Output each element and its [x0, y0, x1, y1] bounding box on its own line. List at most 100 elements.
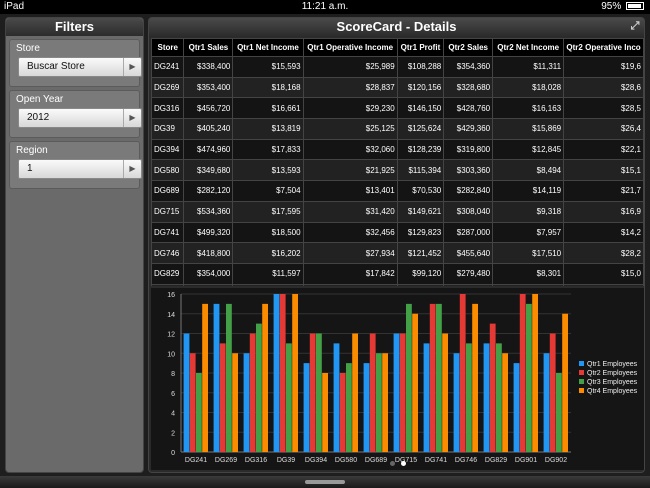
table-row[interactable]: DG715 $534,360 $17,595 $31,420 $149,621 $308,…: [151, 200, 644, 223]
bar: [453, 353, 460, 452]
bar: [339, 373, 346, 452]
value-cell: $28,2: [563, 242, 644, 264]
filters-title: Filters: [6, 18, 143, 36]
bar: [202, 303, 208, 452]
value-cell: [443, 283, 494, 286]
legend-swatch: [579, 388, 584, 393]
store-cell: [151, 283, 185, 286]
store-cell: DG316: [151, 97, 185, 120]
col-header[interactable]: Qtr2 Sales: [443, 38, 494, 57]
store-cell: DG269: [151, 76, 185, 99]
value-cell: $17,833: [232, 138, 304, 161]
col-header[interactable]: Store: [151, 38, 185, 57]
filters-panel: Filters Store Buscar Store ▶ Open Year 2…: [5, 17, 144, 473]
table-row[interactable]: DG689 $282,120 $7,504 $13,401 $70,530 $282,84…: [151, 180, 644, 202]
table-header-row: Store Qtr1 Sales Qtr1 Net Income Qtr1 Op…: [151, 38, 644, 57]
col-header[interactable]: Qtr2 Net Income: [492, 38, 565, 57]
chevron-right-icon: ▶: [123, 160, 141, 178]
details-table-container[interactable]: Store Qtr1 Sales Qtr1 Net Income Qtr1 Op…: [151, 38, 644, 286]
value-cell: $115,394: [396, 159, 445, 182]
bar: [543, 353, 550, 452]
bar: [513, 363, 520, 452]
open-year-select[interactable]: 2012 ▶: [18, 108, 142, 128]
y-tick-label: 6: [171, 391, 175, 398]
bar: [526, 303, 532, 452]
bar: [489, 323, 496, 452]
col-header[interactable]: Qtr2 Operative Inco: [563, 38, 644, 57]
table-row[interactable]: DG829 $354,000 $11,597 $17,842 $99,120 $279,4…: [151, 262, 644, 285]
value-cell: $328,680: [443, 76, 494, 99]
filter-region-label: Region: [16, 145, 48, 156]
table-row[interactable]: DG741 $499,320 $18,500 $32,456 $129,823 $287,…: [151, 221, 644, 244]
value-cell: $354,360: [443, 56, 494, 78]
panel-title-text: ScoreCard - Details: [336, 19, 457, 34]
table-row[interactable]: DG316 $456,720 $16,661 $29,230 $146,150 $428,…: [151, 97, 644, 120]
table-row[interactable]: DG241 $338,400 $15,593 $25,989 $108,288 $354,…: [151, 56, 644, 78]
bar: [412, 313, 418, 452]
value-cell: $418,800: [183, 242, 234, 264]
expand-icon[interactable]: ⤢: [628, 19, 642, 33]
table-row[interactable]: [151, 283, 644, 286]
store-cell: DG689: [151, 180, 185, 202]
value-cell: $534,360: [183, 200, 234, 223]
col-header[interactable]: Qtr1 Operative Income: [302, 38, 398, 57]
value-cell: $25,125: [302, 118, 398, 140]
col-header[interactable]: Qtr1 Profit: [396, 38, 445, 57]
value-cell: $18,168: [232, 76, 304, 99]
bar: [519, 294, 526, 452]
bar: [286, 343, 292, 452]
value-cell: $279,480: [443, 262, 494, 285]
value-cell: $17,510: [492, 242, 565, 264]
bar: [429, 303, 436, 452]
value-cell: $28,5: [563, 97, 644, 120]
value-cell: $429,360: [443, 118, 494, 140]
value-cell: $70,530: [396, 180, 445, 202]
value-cell: $7,957: [492, 221, 565, 244]
table-row[interactable]: DG39 $405,240 $13,819 $25,125 $125,624 $429,3…: [151, 118, 644, 140]
value-cell: [492, 283, 565, 286]
region-select[interactable]: 1 ▶: [18, 159, 142, 179]
details-table: Store Qtr1 Sales Qtr1 Net Income Qtr1 Op…: [151, 38, 644, 286]
store-cell: DG741: [151, 221, 185, 244]
store-cell: DG580: [151, 159, 185, 182]
bar: [562, 313, 568, 452]
value-cell: $499,320: [183, 221, 234, 244]
store-select[interactable]: Buscar Store ▶: [18, 57, 142, 77]
y-tick-label: 8: [171, 371, 175, 378]
col-header[interactable]: Qtr1 Sales: [183, 38, 234, 57]
value-cell: $18,028: [492, 76, 565, 99]
legend-label: Qtr1 Employees: [587, 361, 638, 368]
value-cell: $16,202: [232, 242, 304, 264]
bar: [262, 303, 268, 452]
bar: [423, 343, 430, 452]
drag-handle[interactable]: [305, 480, 345, 484]
value-cell: $19,6: [563, 56, 644, 78]
table-row[interactable]: DG580 $349,680 $13,593 $21,925 $115,394 $303,…: [151, 159, 644, 182]
col-header[interactable]: Qtr1 Net Income: [232, 38, 304, 57]
table-body: DG241 $338,400 $15,593 $25,989 $108,288 $354,…: [151, 56, 644, 286]
value-cell: $14,2: [563, 221, 644, 244]
value-cell: $282,840: [443, 180, 494, 202]
table-row[interactable]: DG269 $353,400 $18,168 $28,837 $120,156 $328,…: [151, 76, 644, 99]
table-row[interactable]: DG394 $474,960 $17,833 $32,060 $128,239 $319,…: [151, 138, 644, 161]
bar: [256, 323, 262, 452]
legend-label: Qtr3 Employees: [587, 379, 638, 386]
value-cell: $353,400: [183, 76, 234, 99]
page-dot[interactable]: [389, 461, 395, 466]
bar: [376, 353, 382, 452]
bar: [459, 294, 466, 452]
bar: [496, 343, 502, 452]
y-tick-label: 16: [167, 292, 175, 299]
y-tick-label: 10: [167, 351, 175, 358]
value-cell: $456,720: [183, 97, 234, 120]
bar: [273, 294, 280, 452]
legend-swatch: [579, 361, 584, 366]
value-cell: $129,823: [396, 221, 445, 244]
battery-status: 95%: [601, 1, 644, 12]
value-cell: $308,040: [443, 200, 494, 223]
bar: [303, 363, 310, 452]
value-cell: $18,500: [232, 221, 304, 244]
bar: [472, 303, 478, 452]
table-row[interactable]: DG746 $418,800 $16,202 $27,934 $121,452 $455,…: [151, 242, 644, 264]
page-dot-active[interactable]: [400, 461, 406, 466]
